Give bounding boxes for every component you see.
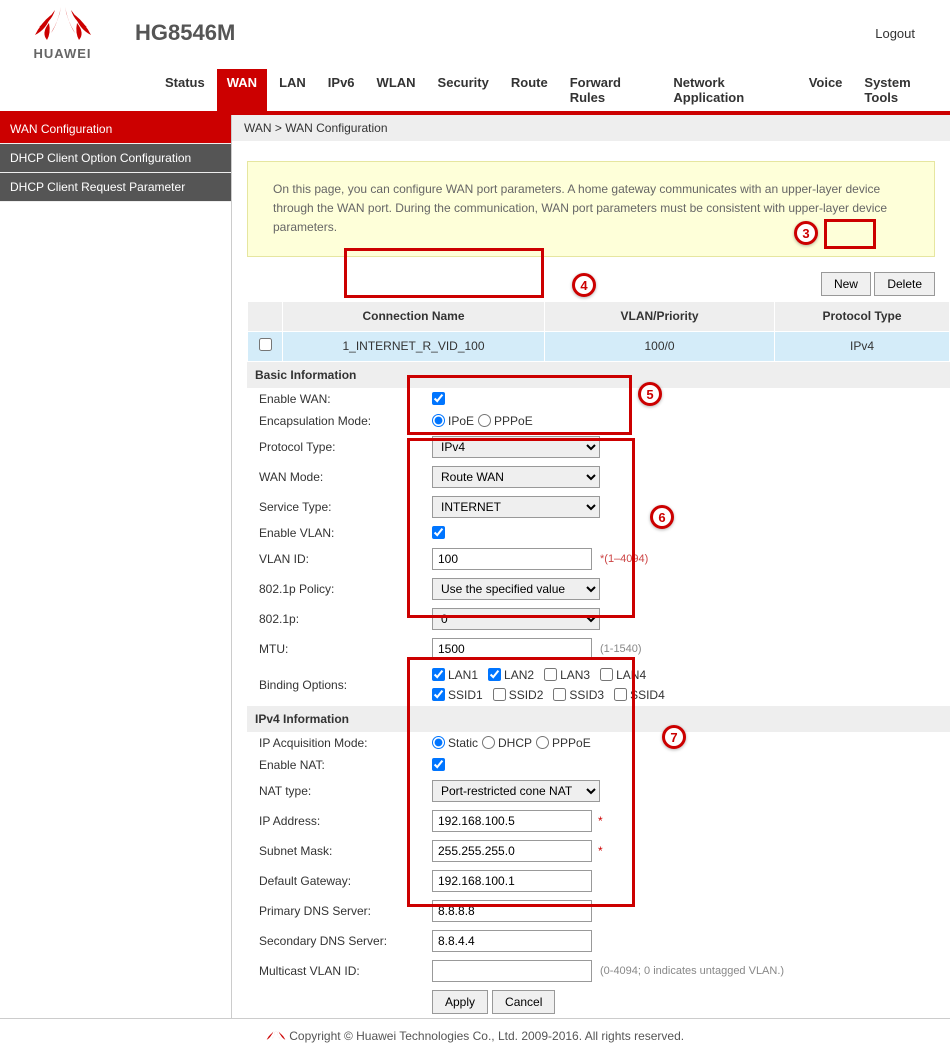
enable-wan-checkbox[interactable] xyxy=(432,392,445,405)
cell-vlan: 100/0 xyxy=(545,331,775,361)
apply-button[interactable]: Apply xyxy=(432,990,488,1014)
enable-vlan-checkbox[interactable] xyxy=(432,526,445,539)
bind-lan3[interactable] xyxy=(544,668,557,681)
8021p-select[interactable]: 0 xyxy=(432,608,600,630)
secondary-dns-input[interactable] xyxy=(432,930,592,952)
label-mtu: MTU: xyxy=(247,642,432,656)
nav-security[interactable]: Security xyxy=(428,69,499,111)
nav-netapp[interactable]: Network Application xyxy=(663,69,796,111)
gateway-input[interactable] xyxy=(432,870,592,892)
multicast-vlan-input[interactable] xyxy=(432,960,592,982)
nav-wan[interactable]: WAN xyxy=(217,69,267,111)
label-subnet: Subnet Mask: xyxy=(247,844,432,858)
col-connection-name: Connection Name xyxy=(283,301,545,331)
new-button[interactable]: New xyxy=(821,272,871,296)
model-name: HG8546M xyxy=(135,20,235,46)
primary-dns-input[interactable] xyxy=(432,900,592,922)
bind-ssid4[interactable] xyxy=(614,688,627,701)
label-mvlan: Multicast VLAN ID: xyxy=(247,964,432,978)
label-enable-vlan: Enable VLAN: xyxy=(247,526,432,540)
footer: Copyright © Huawei Technologies Co., Ltd… xyxy=(0,1018,950,1054)
sidebar-wan-config[interactable]: WAN Configuration xyxy=(0,115,231,144)
nav-voice[interactable]: Voice xyxy=(799,69,853,111)
label-binding: Binding Options: xyxy=(247,678,432,692)
label-nat-type: NAT type: xyxy=(247,784,432,798)
row-select-checkbox[interactable] xyxy=(259,338,272,351)
delete-button[interactable]: Delete xyxy=(874,272,935,296)
cell-connection-name[interactable]: 1_INTERNET_R_VID_100 xyxy=(283,331,545,361)
help-text: On this page, you can configure WAN port… xyxy=(247,161,935,257)
main-nav: Status WAN LAN IPv6 WLAN Security Route … xyxy=(0,61,950,111)
label-proto-type: Protocol Type: xyxy=(247,440,432,454)
col-protocol-type: Protocol Type xyxy=(775,301,950,331)
bind-lan1[interactable] xyxy=(432,668,445,681)
protocol-type-select[interactable]: IPv4 xyxy=(432,436,600,458)
wan-mode-select[interactable]: Route WAN xyxy=(432,466,600,488)
label-service-type: Service Type: xyxy=(247,500,432,514)
subnet-mask-input[interactable] xyxy=(432,840,592,862)
vlan-id-input[interactable] xyxy=(432,548,592,570)
bind-lan4[interactable] xyxy=(600,668,613,681)
bind-ssid1[interactable] xyxy=(432,688,445,701)
label-8021p-policy: 802.1p Policy: xyxy=(247,582,432,596)
nav-lan[interactable]: LAN xyxy=(269,69,316,111)
mtu-input[interactable] xyxy=(432,638,592,660)
label-dns1: Primary DNS Server: xyxy=(247,904,432,918)
label-vlan-id: VLAN ID: xyxy=(247,552,432,566)
encap-ipoe-radio[interactable] xyxy=(432,414,445,427)
nat-type-select[interactable]: Port-restricted cone NAT xyxy=(432,780,600,802)
col-vlan-priority: VLAN/Priority xyxy=(545,301,775,331)
label-enable-nat: Enable NAT: xyxy=(247,758,432,772)
service-type-select[interactable]: INTERNET xyxy=(432,496,600,518)
nav-status[interactable]: Status xyxy=(155,69,215,111)
ip-address-input[interactable] xyxy=(432,810,592,832)
label-wan-mode: WAN Mode: xyxy=(247,470,432,484)
huawei-logo: HUAWEI xyxy=(15,5,110,61)
encap-pppoe-radio[interactable] xyxy=(478,414,491,427)
label-enable-wan: Enable WAN: xyxy=(247,392,432,406)
nav-wlan[interactable]: WLAN xyxy=(367,69,426,111)
nav-route[interactable]: Route xyxy=(501,69,558,111)
ipacq-pppoe-radio[interactable] xyxy=(536,736,549,749)
logout-link[interactable]: Logout xyxy=(875,26,915,41)
logo-text: HUAWEI xyxy=(15,46,110,61)
section-basic-info: Basic Information xyxy=(247,362,950,388)
label-encap: Encapsulation Mode: xyxy=(247,414,432,428)
sidebar-dhcp-option[interactable]: DHCP Client Option Configuration xyxy=(0,144,231,173)
ipacq-dhcp-radio[interactable] xyxy=(482,736,495,749)
sidebar-dhcp-request[interactable]: DHCP Client Request Parameter xyxy=(0,173,231,202)
bind-lan2[interactable] xyxy=(488,668,501,681)
sidebar: WAN Configuration DHCP Client Option Con… xyxy=(0,115,232,1018)
footer-logo-icon xyxy=(266,1029,286,1044)
breadcrumb: WAN > WAN Configuration xyxy=(232,115,950,141)
label-ip-acq: IP Acquisition Mode: xyxy=(247,736,432,750)
8021p-policy-select[interactable]: Use the specified value xyxy=(432,578,600,600)
label-ip-addr: IP Address: xyxy=(247,814,432,828)
wan-connections-table: Connection Name VLAN/Priority Protocol T… xyxy=(247,301,950,362)
footer-text: Copyright © Huawei Technologies Co., Ltd… xyxy=(289,1029,684,1043)
enable-nat-checkbox[interactable] xyxy=(432,758,445,771)
label-dns2: Secondary DNS Server: xyxy=(247,934,432,948)
table-row: 1_INTERNET_R_VID_100 100/0 IPv4 xyxy=(248,331,950,361)
nav-systools[interactable]: System Tools xyxy=(854,69,950,111)
bind-ssid3[interactable] xyxy=(553,688,566,701)
label-8021p: 802.1p: xyxy=(247,612,432,626)
ipacq-static-radio[interactable] xyxy=(432,736,445,749)
bind-ssid2[interactable] xyxy=(493,688,506,701)
nav-forward[interactable]: Forward Rules xyxy=(560,69,662,111)
section-ipv4-info: IPv4 Information xyxy=(247,706,950,732)
cancel-button[interactable]: Cancel xyxy=(492,990,555,1014)
label-gateway: Default Gateway: xyxy=(247,874,432,888)
nav-ipv6[interactable]: IPv6 xyxy=(318,69,365,111)
cell-proto: IPv4 xyxy=(775,331,950,361)
